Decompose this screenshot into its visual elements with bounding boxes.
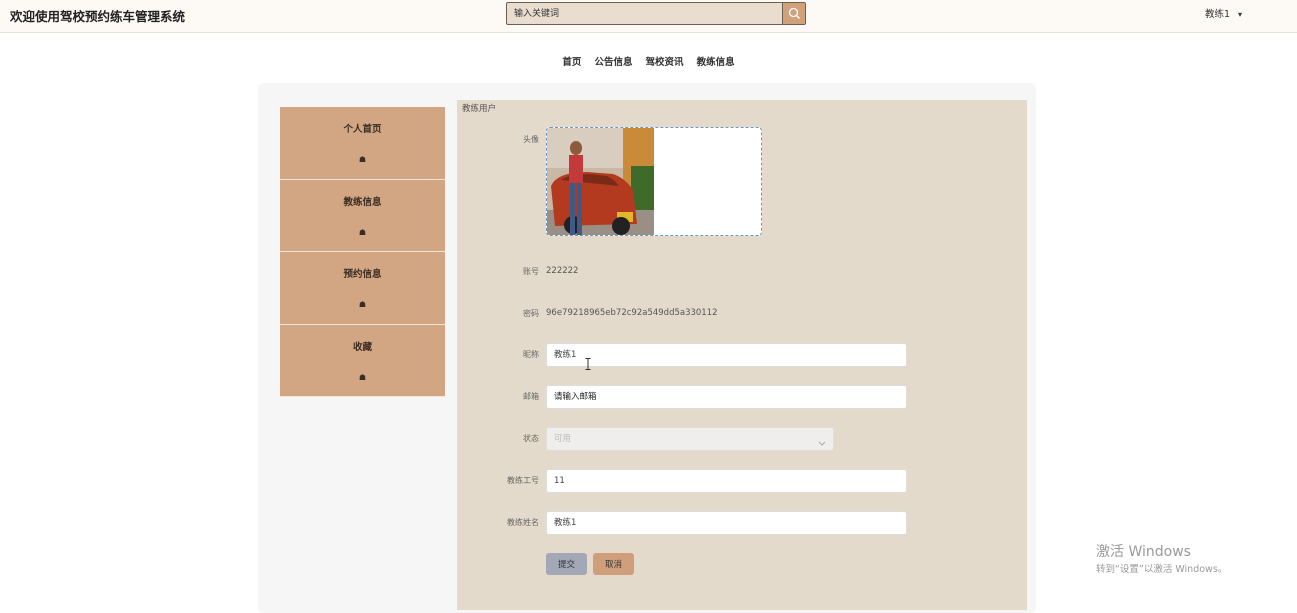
home-icon: ☗	[358, 227, 367, 237]
coach-name-label: 教练姓名	[507, 518, 539, 527]
avatar-label: 头像	[523, 135, 539, 144]
search-icon	[788, 7, 800, 19]
sidebar-item-label: 预约信息	[343, 269, 382, 280]
chevron-down-icon	[818, 434, 826, 456]
text-cursor-icon	[585, 358, 591, 370]
coach-no-field[interactable]: 11	[546, 469, 907, 493]
profile-form: 教练用户 头像 账号 222222 密码 96e79218965eb72c92a…	[457, 100, 1027, 610]
sidebar-item-label: 教练信息	[343, 196, 382, 208]
search-button[interactable]	[782, 3, 805, 24]
sidebar-item-label: 收藏	[352, 341, 372, 353]
section-title: 教练用户	[462, 104, 497, 114]
cancel-button[interactable]: 取消	[593, 553, 634, 575]
status-value: 可用	[554, 434, 572, 444]
sidebar-item-favorites[interactable]: 收藏 ☗	[280, 324, 445, 397]
nickname-label: 昵称	[523, 350, 539, 359]
password-label: 密码	[523, 309, 539, 318]
avatar-uploader[interactable]	[546, 127, 762, 236]
account-value: 222222	[546, 266, 579, 276]
account-label: 账号	[523, 267, 539, 276]
windows-activation-hint: 转到“设置”以激活 Windows。	[1096, 564, 1228, 575]
status-select[interactable]: 可用	[546, 427, 834, 451]
search-box	[506, 2, 806, 25]
nav-announcements[interactable]: 公告信息	[594, 54, 632, 68]
email-label: 邮箱	[523, 392, 539, 401]
user-name: 教练1	[1205, 9, 1231, 20]
nav-coach-info[interactable]: 教练信息	[697, 54, 735, 68]
home-icon: ☗	[358, 300, 367, 309]
user-menu[interactable]: 教练1 ▾	[1205, 6, 1242, 20]
nav-home[interactable]: 首页	[562, 54, 581, 68]
coach-name-field[interactable]: 教练1	[546, 511, 907, 535]
sidebar-item-coach-info[interactable]: 教练信息 ☗	[280, 179, 445, 252]
avatar-photo	[547, 128, 654, 235]
nickname-field[interactable]: 教练1	[546, 343, 907, 367]
caret-down-icon: ▾	[1238, 10, 1243, 19]
home-icon: ☗	[358, 372, 367, 382]
windows-activation-title: 激活 Windows	[1096, 544, 1191, 560]
submit-button[interactable]: 提交	[546, 553, 587, 575]
sidebar: 个人首页 ☗ 教练信息 ☗ 预约信息 ☗ 收藏 ☗	[280, 107, 445, 397]
sidebar-item-label: 个人首页	[343, 124, 382, 135]
password-value: 96e79218965eb72c92a549dd5a330112	[546, 308, 718, 318]
sidebar-item-bookings[interactable]: 预约信息 ☗	[280, 252, 445, 325]
home-icon: ☗	[358, 155, 367, 164]
top-bar: 欢迎使用驾校预约练车管理系统 教练1 ▾	[0, 0, 1297, 33]
nav-news[interactable]: 驾校资讯	[646, 54, 684, 68]
search-input[interactable]	[507, 3, 783, 24]
status-label: 状态	[523, 434, 539, 443]
site-title: 欢迎使用驾校预约练车管理系统	[10, 9, 186, 24]
sidebar-item-profile-home[interactable]: 个人首页 ☗	[280, 107, 445, 180]
email-field[interactable]: 请输入邮箱	[546, 385, 907, 409]
coach-no-label: 教练工号	[507, 476, 539, 485]
main-nav: 首页 公告信息 驾校资讯 教练信息	[0, 50, 1297, 69]
